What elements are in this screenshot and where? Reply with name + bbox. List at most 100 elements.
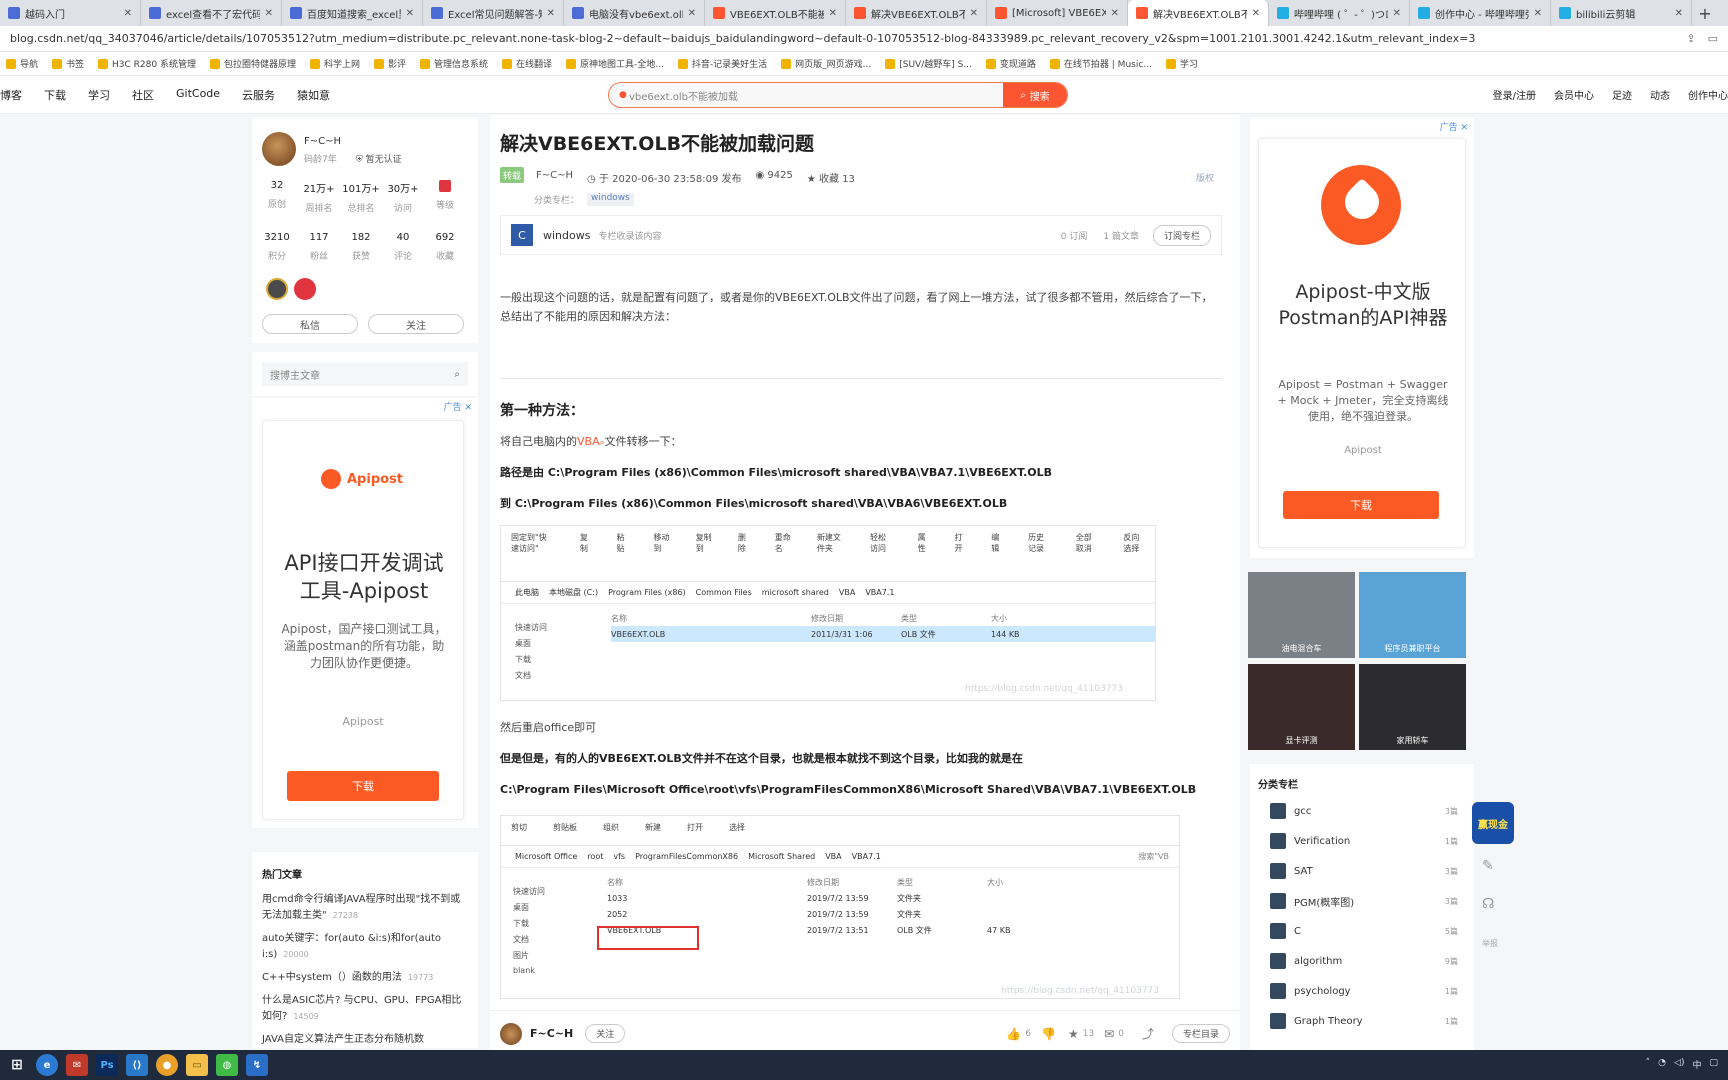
bookmark-item[interactable]: 影评 (374, 57, 406, 70)
close-icon[interactable]: ✕ (1675, 8, 1683, 19)
blog-search-input[interactable]: 搜博主文章 ⌕ (262, 362, 468, 386)
bookmark-item[interactable]: 管理信息系统 (420, 57, 488, 70)
site-nav-item[interactable]: 博客 (0, 87, 22, 103)
right-ad-download-button[interactable]: 下载 (1283, 491, 1439, 519)
author-stat[interactable]: 40 评论 (382, 232, 424, 262)
browser-tab[interactable]: VBE6EXT.OLB不能被加 ✕ (705, 0, 846, 26)
comment-icon[interactable]: ✉ (1104, 1027, 1114, 1041)
browser-tab[interactable]: 哔哩哔哩 ( ゜- ゜)つロ ✕ (1269, 0, 1410, 26)
category-item[interactable]: Graph Theory 1篇 (1250, 1006, 1474, 1036)
close-icon[interactable]: ✕ (829, 8, 837, 19)
headset-icon[interactable]: ☊ (1482, 896, 1494, 912)
edit-icon[interactable]: ✎ (1482, 858, 1494, 874)
star-icon[interactable]: ★ (1068, 1027, 1079, 1041)
site-nav-item[interactable]: 云服务 (242, 87, 275, 103)
category-item[interactable]: C 5篇 (1250, 916, 1474, 946)
close-icon[interactable]: ✕ (406, 8, 414, 19)
author-stat[interactable]: 30万+ 访问 (382, 180, 424, 214)
close-icon[interactable]: ✕ (1111, 8, 1119, 19)
author-stat[interactable]: 101万+ 总排名 (340, 180, 382, 214)
input-method[interactable]: 中 (1692, 1058, 1701, 1071)
author-stat[interactable]: 32 原创 (256, 180, 298, 214)
vscode-icon[interactable]: ⟨⟩ (126, 1054, 148, 1076)
cash-badge[interactable]: 赢现金 (1472, 802, 1514, 844)
hot-article[interactable]: 用cmd命令行编译JAVA程序时出现"找不到或无法加载主类" 27238 (262, 892, 468, 924)
bookmark-item[interactable]: 原神地图工具-全地... (566, 57, 664, 70)
bookmark-item[interactable]: 抖音-记录美好生活 (677, 57, 767, 70)
site-nav-item[interactable]: 下载 (44, 87, 66, 103)
bookmark-item[interactable]: 变现道路 (985, 57, 1036, 70)
left-ad-card[interactable]: Apipost API接口开发调试工具-Apipost Apipost，国产接口… (262, 420, 464, 820)
close-icon[interactable]: ✕ (688, 8, 696, 19)
browser-tab[interactable]: 解决VBE6EXT.OLB不能 ✕ (1128, 0, 1269, 26)
medal-icon[interactable] (266, 278, 288, 300)
right-ad-card[interactable]: Apipost-中文版Postman的API神器 Apipost = Postm… (1258, 138, 1466, 548)
folder-icon[interactable]: ▭ (186, 1054, 208, 1076)
article-fav-wrap[interactable]: ★ 收藏 13 (807, 170, 855, 185)
browser-tab[interactable]: 百度知道搜索_excel里 ✕ (282, 0, 423, 26)
browser-tab[interactable]: 解决VBE6EXT.OLB不能 ✕ (846, 0, 987, 26)
bookmark-item[interactable]: H3C R280 系统管理 (98, 57, 196, 70)
bookmark-item[interactable]: 包拉圈特健器原理 (209, 57, 296, 70)
notification-icon[interactable]: ▢ (1709, 1058, 1718, 1071)
site-nav-item[interactable]: 猿如意 (297, 87, 330, 103)
author-stat[interactable]: 3210 积分 (256, 232, 298, 262)
like-icon[interactable]: 👍 (1006, 1027, 1021, 1041)
site-nav-right-item[interactable]: 足迹 (1612, 87, 1632, 102)
site-nav-right-item[interactable]: 动态 (1650, 87, 1670, 102)
image-ad[interactable]: 显卡评测 (1248, 664, 1355, 750)
share-icon[interactable]: ⤴ (1142, 1025, 1154, 1042)
close-icon[interactable]: ✕ (1252, 8, 1260, 19)
column-name[interactable]: windows (543, 229, 590, 242)
site-nav-right-item[interactable]: 创作中心 (1688, 87, 1728, 102)
wechat-icon[interactable]: ◍ (216, 1054, 238, 1076)
search-icon[interactable]: ⌕ (454, 369, 460, 380)
bookmark-item[interactable]: 在线翻译 (502, 57, 552, 70)
bookmark-item[interactable]: 科学上网 (309, 57, 360, 70)
site-search[interactable]: ● vbe6ext.olb不能被加载 ⌕ 搜索 (608, 82, 1068, 108)
address-bar[interactable]: blog.csdn.net/qq_34037046/article/detail… (0, 26, 1728, 52)
browser-tab[interactable]: 电脑没有vbe6ext.olb ✕ (564, 0, 705, 26)
author-stat[interactable]: 等级 (424, 180, 466, 214)
author-stat[interactable]: 117 粉丝 (298, 232, 340, 262)
bookmark-item[interactable]: 在线节拍器 | Music... (1049, 57, 1152, 70)
image-ad[interactable]: 家用轿车 (1359, 664, 1466, 750)
category-item[interactable]: PGM(概率图) 3篇 (1250, 886, 1474, 916)
chrome-icon[interactable]: ● (156, 1054, 178, 1076)
new-tab-button[interactable]: + (1692, 0, 1718, 26)
private-message-button[interactable]: 私信 (262, 314, 358, 334)
left-ad-download-button[interactable]: 下载 (287, 771, 439, 801)
ad-tag[interactable]: 广告 ✕ (444, 400, 472, 413)
hot-article[interactable]: auto关键字：for(auto &i:s)和for(auto i:s) 2000… (262, 931, 468, 963)
left-ad[interactable]: 广告 ✕ Apipost API接口开发调试工具-Apipost Apipost… (252, 398, 478, 828)
browser-tab[interactable]: excel查看不了宏代码 ✕ (141, 0, 282, 26)
bottom-follow-button[interactable]: 关注 (585, 1024, 626, 1043)
subscribe-column-button[interactable]: 订阅专栏 (1152, 224, 1211, 246)
dislike-icon[interactable]: 👎 (1041, 1027, 1056, 1041)
close-icon[interactable]: ✕ (124, 8, 132, 19)
follow-button[interactable]: 关注 (368, 314, 464, 334)
author-name[interactable]: F~C~H (304, 136, 341, 147)
article-author[interactable]: F~C~H (536, 170, 573, 185)
mail-icon[interactable]: ✉ (66, 1054, 88, 1076)
author-stat[interactable]: 692 收藏 (424, 232, 466, 262)
author-stat[interactable]: 182 获赞 (340, 232, 382, 262)
photoshop-icon[interactable]: Ps (96, 1054, 118, 1076)
hot-article[interactable]: C++中system（）函数的用法 19773 (262, 970, 468, 986)
windows-start-icon[interactable]: ⊞ (6, 1054, 28, 1076)
file-row[interactable]: 1033 2019/7/2 13:59 文件夹 (607, 890, 1167, 906)
category-item[interactable]: SAT 3篇 (1250, 856, 1474, 886)
close-icon[interactable]: ✕ (1534, 8, 1542, 19)
app-icon[interactable]: ↯ (246, 1054, 268, 1076)
bottom-avatar[interactable] (500, 1022, 522, 1045)
site-nav-item[interactable]: GitCode (176, 87, 220, 103)
category-item[interactable]: gcc 3篇 (1250, 796, 1474, 826)
badge-icon[interactable] (294, 278, 316, 300)
bottom-author[interactable]: F~C~H (530, 1027, 573, 1040)
column-box[interactable]: C windows 专栏收录该内容 0 订阅 1 篇文章 订阅专栏 (500, 215, 1222, 255)
volume-icon[interactable]: ◁) (1674, 1058, 1684, 1071)
browser-tab[interactable]: 创作中心 - 哔哩哔哩弹 ✕ (1410, 0, 1551, 26)
bookmark-item[interactable]: 书签 (52, 57, 84, 70)
site-nav-item[interactable]: 社区 (132, 87, 154, 103)
close-icon[interactable]: ✕ (1393, 8, 1401, 19)
